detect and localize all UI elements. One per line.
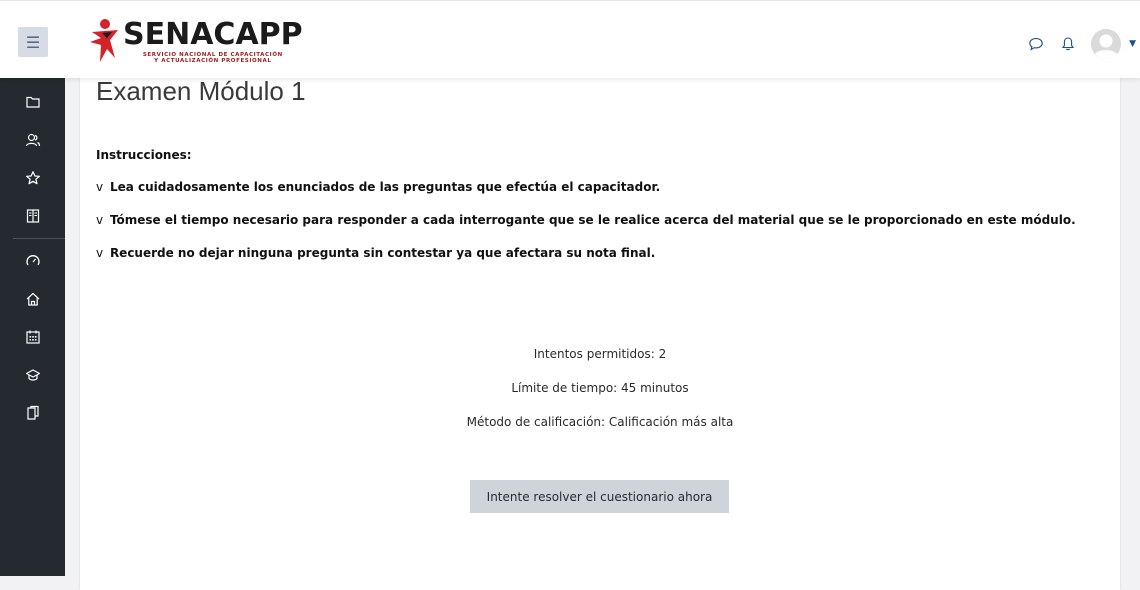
top-navbar: ☰ SENACAPP SERVICIO NACIONAL DE CAPACITA… (0, 0, 1140, 78)
brand-tagline-2: Y ACTUALIZACIÓN PROFESIONAL (154, 58, 272, 64)
site-logo[interactable]: SENACAPP SERVICIO NACIONAL DE CAPACITACI… (88, 17, 303, 64)
sidebar-item-home[interactable] (0, 280, 65, 318)
attempt-quiz-button[interactable]: Intente resolver el cuestionario ahora (470, 480, 729, 513)
message-icon (1029, 37, 1043, 51)
sidebar-item-dashboard[interactable] (0, 242, 65, 280)
bullet-marker: v (96, 213, 104, 227)
sidebar-item-participants[interactable] (0, 121, 65, 159)
brand-name: SENACAPP (123, 17, 303, 52)
folder-icon (25, 96, 40, 108)
bell-icon (1062, 37, 1075, 51)
attempts-allowed: Intentos permitidos: 2 (533, 347, 667, 361)
time-limit: Límite de tiempo: 45 minutos (511, 381, 689, 395)
page-title: Examen Módulo 1 (96, 76, 306, 106)
caret-down-icon[interactable]: ▼ (1129, 39, 1136, 49)
main-content-card: Examen Módulo 1 Instrucciones: v Lea cui… (80, 70, 1120, 590)
instruction-text: Recuerde no dejar ninguna pregunta sin c… (109, 246, 656, 260)
files-icon (26, 405, 39, 420)
bullet-marker: v (96, 180, 104, 194)
instructions-heading: Instrucciones: (96, 148, 192, 162)
home-icon (26, 292, 39, 306)
instructions-heading-text: Instrucciones: (96, 148, 192, 162)
instruction-item: v Tómese el tiempo necesario para respon… (96, 213, 1076, 227)
grading-method: Método de calificación: Calificación más… (466, 415, 734, 429)
instruction-text: Tómese el tiempo necesario para responde… (109, 213, 1076, 227)
sidebar-divider (13, 238, 65, 239)
notifications-button[interactable] (1057, 33, 1079, 55)
left-sidebar (0, 77, 65, 576)
dashboard-gauge-icon (25, 255, 40, 266)
bullet-marker: v (96, 246, 104, 260)
instruction-text: Lea cuidadosamente los enunciados de las… (109, 180, 661, 194)
participants-icon (25, 133, 40, 147)
star-icon (25, 171, 40, 185)
sidebar-item-my-courses[interactable] (0, 356, 65, 394)
sidebar-item-grades[interactable] (0, 197, 65, 235)
sidebar-item-calendar[interactable] (0, 318, 65, 356)
instruction-item: v Recuerde no dejar ninguna pregunta sin… (96, 246, 655, 260)
user-silhouette-icon (1091, 29, 1122, 59)
instruction-item: v Lea cuidadosamente los enunciados de l… (96, 180, 660, 194)
graduation-cap-icon (25, 369, 40, 381)
user-nav: ▼ (1025, 29, 1136, 59)
sidebar-item-course-folder[interactable] (0, 83, 65, 121)
calendar-icon (25, 330, 40, 344)
sidebar-item-badges[interactable] (0, 159, 65, 197)
user-avatar[interactable] (1091, 29, 1122, 59)
menu-icon: ☰ (25, 32, 41, 52)
logo-mark-icon (90, 19, 118, 62)
message-drawer-button[interactable] (1025, 33, 1047, 55)
menu-toggle-button[interactable]: ☰ (18, 27, 48, 57)
grades-book-icon (26, 209, 39, 223)
sidebar-item-files[interactable] (0, 394, 65, 432)
